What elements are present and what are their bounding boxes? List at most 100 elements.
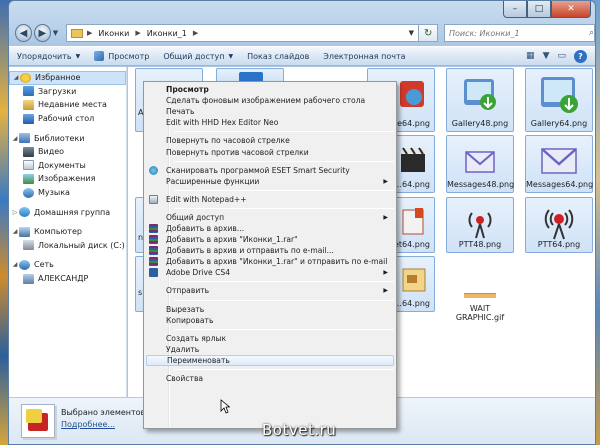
search-icon[interactable]: ⌕ [589, 28, 594, 38]
expand-arrow-icon[interactable]: ◢ [11, 135, 19, 142]
nav-music[interactable]: Музыка [9, 186, 126, 200]
close-button[interactable]: ✕ [551, 1, 591, 18]
menu-item-add-rar-email[interactable]: Добавить в архив "Иконки_1.rar" и отправ… [146, 256, 394, 267]
file-name: GRAPHIC.gif [455, 313, 505, 322]
help-icon[interactable]: ? [574, 49, 587, 63]
menu-item-rename[interactable]: Переименовать [146, 354, 394, 366]
breadcrumb-icons-1[interactable]: Иконки_1 [147, 29, 187, 38]
recent-pages-dropdown[interactable]: ▼ [53, 29, 62, 37]
file-tile[interactable]: Gallery64.png [525, 68, 593, 132]
envelope-icon [541, 148, 577, 174]
slideshow-button[interactable]: Показ слайдов [247, 52, 309, 61]
file-tile[interactable]: WAIT GRAPHIC.gif [446, 256, 514, 326]
computer-icon [19, 226, 30, 237]
back-button[interactable]: ◀ [15, 24, 32, 42]
nav-local-disk[interactable]: Локальный диск (C:) [9, 239, 126, 253]
email-label: Электронная почта [323, 51, 406, 61]
minimize-button[interactable]: – [503, 1, 527, 18]
nav-libraries[interactable]: ◢ Библиотеки [9, 131, 126, 145]
menu-item-notepad[interactable]: Edit with Notepad++ [146, 194, 394, 205]
nav-video[interactable]: Видео [9, 145, 126, 159]
gallery-icon [541, 77, 578, 113]
share-button[interactable]: Общий доступ ▼ [163, 52, 233, 61]
homegroup-icon [19, 207, 30, 218]
nav-recent[interactable]: Недавние места [9, 98, 126, 112]
file-tile[interactable]: PTT64.png [525, 197, 593, 253]
gallery-icon [464, 79, 496, 110]
antenna-icon [468, 212, 492, 239]
menu-item-view[interactable]: Просмотр [146, 84, 394, 95]
nav-network[interactable]: ◢ Сеть [9, 258, 126, 272]
menu-item-add-rar[interactable]: Добавить в архив "Иконки_1.rar" [146, 234, 394, 245]
menu-item-add-email[interactable]: Добавить в архив и отправить по e-mail..… [146, 245, 394, 256]
expand-arrow-icon[interactable]: ◢ [11, 228, 19, 235]
nav-label: Избранное [35, 73, 81, 83]
email-button[interactable]: Электронная почта [323, 52, 405, 61]
file-tile[interactable]: Messages48.png [446, 135, 514, 193]
menu-separator [146, 297, 394, 304]
forward-button[interactable]: ▶ [33, 24, 51, 42]
address-row: ◀ ▶ ▼ ▶ Иконки ▶ Иконки_1 ▶ ▼ ↻ ⌕ [9, 21, 595, 45]
maximize-button[interactable]: □ [527, 1, 551, 18]
menu-item-rotate-cw[interactable]: Повернуть по часовой стрелке [146, 135, 394, 146]
menu-item-send-to[interactable]: Отправить ▶ [146, 285, 394, 296]
breadcrumb-separator-icon[interactable]: ▶ [135, 29, 140, 37]
file-name: WAIT [469, 304, 491, 313]
menu-item-adobe-drive[interactable]: Adobe Drive CS4 ▶ [146, 267, 394, 278]
menu-item-rotate-ccw[interactable]: Повернуть против часовой стрелки [146, 146, 394, 157]
menu-item-delete[interactable]: Удалить [146, 344, 394, 355]
breadcrumb-separator-icon[interactable]: ▶ [193, 29, 198, 37]
menu-item-properties[interactable]: Свойства [146, 373, 394, 384]
breadcrumb-separator-icon[interactable]: ▶ [87, 29, 92, 37]
search-box[interactable]: ⌕ [443, 24, 595, 42]
preview-pane-icon[interactable]: ▭ [557, 51, 566, 61]
organize-button[interactable]: Упорядочить ▼ [17, 52, 80, 61]
view-button[interactable]: Просмотр [94, 51, 149, 61]
search-input[interactable] [448, 28, 589, 38]
nav-computer[interactable]: ◢ Компьютер [9, 225, 126, 239]
images-icon [23, 173, 34, 184]
address-history-dropdown[interactable]: ▼ [404, 29, 418, 37]
address-bar[interactable]: ▶ Иконки ▶ Иконки_1 ▶ ▼ [66, 24, 420, 42]
menu-item-print[interactable]: Печать [146, 106, 394, 117]
menu-item-hex-editor[interactable]: Edit with HHD Hex Editor Neo [146, 117, 394, 128]
file-tile[interactable]: Gallery48.png [446, 68, 514, 132]
file-tile[interactable]: Messages64.png [525, 135, 593, 193]
menu-label: Расширенные функции [166, 176, 260, 186]
view-controls: ▦ ▼ ▭ ? [518, 49, 595, 63]
nav-desktop[interactable]: Рабочий стол [9, 112, 126, 126]
refresh-button[interactable]: ↻ [419, 24, 438, 42]
menu-item-copy[interactable]: Копировать [146, 315, 394, 326]
expand-arrow-icon[interactable]: ◢ [11, 261, 19, 268]
menu-label: Общий доступ [166, 212, 225, 222]
nav-documents[interactable]: Документы [9, 159, 126, 173]
nav-images[interactable]: Изображения [9, 172, 126, 186]
menu-item-share[interactable]: Общий доступ ▶ [146, 212, 394, 223]
expand-arrow-icon[interactable]: ◢ [12, 74, 20, 81]
nav-user-pc[interactable]: АЛЕКСАНДР [9, 272, 126, 286]
details-link[interactable]: Подробнее... [61, 420, 115, 429]
file-tile[interactable]: PTT48.png [446, 197, 514, 253]
file-name: PTT64.png [537, 240, 581, 249]
adobe-drive-icon [149, 268, 158, 278]
menu-item-create-shortcut[interactable]: Создать ярлык [146, 333, 394, 344]
change-view-icon[interactable]: ▦ [526, 51, 535, 61]
nav-homegroup[interactable]: ▷ Домашняя группа [9, 205, 126, 219]
nav-label: АЛЕКСАНДР [38, 274, 89, 284]
menu-item-cut[interactable]: Вырезать [146, 304, 394, 315]
recent-places-icon [23, 99, 34, 110]
menu-item-eset-scan[interactable]: Сканировать программой ESET Smart Securi… [146, 165, 394, 176]
menu-item-advanced[interactable]: Расширенные функции ▶ [146, 176, 394, 187]
chevron-down-icon[interactable]: ▼ [543, 51, 550, 61]
video-icon [23, 146, 34, 157]
selected-count-label: Выбрано элементов: [61, 408, 148, 417]
expand-arrow-icon[interactable]: ▷ [11, 209, 19, 216]
menu-item-set-wallpaper[interactable]: Сделать фоновым изображением рабочего ст… [146, 95, 394, 106]
nav-favorites[interactable]: ◢ Избранное [9, 71, 126, 85]
submenu-arrow-icon: ▶ [383, 287, 388, 295]
watermark: Botvet.ru [262, 421, 337, 439]
breadcrumb-icons[interactable]: Иконки [98, 29, 129, 38]
nav-label: Музыка [38, 188, 70, 198]
menu-item-add-archive[interactable]: Добавить в архив... [146, 223, 394, 234]
nav-downloads[interactable]: Загрузки [9, 85, 126, 99]
